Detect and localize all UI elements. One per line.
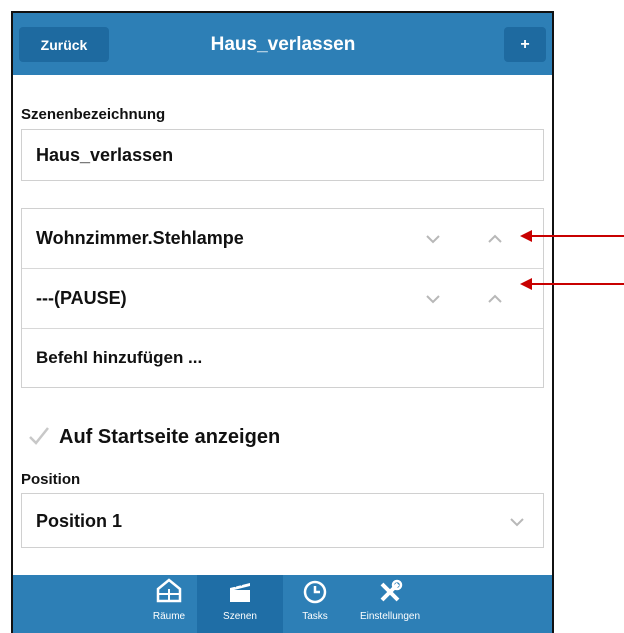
tab-bar: Räume Szenen Tasks Einstellungen [13,575,552,633]
tab-scenes[interactable]: Szenen [197,575,283,633]
tab-tasks-label: Tasks [302,611,328,622]
add-button[interactable]: + [504,27,546,62]
add-command-row[interactable]: Befehl hinzufügen ... [22,329,543,389]
tab-settings-label: Einstellungen [359,611,421,622]
command-label: Wohnzimmer.Stehlampe [36,228,244,248]
command-row[interactable]: Wohnzimmer.Stehlampe [22,209,543,269]
scene-name-label: Szenenbezeichnung [21,106,166,123]
tab-tasks[interactable]: Tasks [283,575,347,633]
move-up-icon[interactable] [486,290,504,308]
scenes-icon [230,582,250,602]
position-select[interactable]: Position 1 [21,493,544,548]
tab-settings[interactable]: Einstellungen [347,575,433,633]
scene-name-field[interactable]: Haus_verlassen [21,129,544,181]
tab-rooms[interactable]: Räume [141,575,197,633]
app-screen: Zurück Haus_verlassen + Szenenbezeichnun… [11,11,554,633]
clock-icon [303,580,327,604]
command-row[interactable]: ---(PAUSE) [22,269,543,329]
tools-icon [380,579,403,602]
back-button[interactable]: Zurück [19,27,109,62]
move-down-icon[interactable] [424,230,442,248]
show-on-start-label: Auf Startseite anzeigen [59,426,281,448]
add-command-label: Befehl hinzufügen ... [36,348,203,367]
move-up-icon[interactable] [486,230,504,248]
scene-name-value: Haus_verlassen [36,145,174,165]
annotation-arrow [530,283,624,285]
move-down-icon[interactable] [424,290,442,308]
tab-rooms-label: Räume [152,611,186,622]
position-value: Position 1 [36,511,123,531]
annotation-arrow [530,235,624,237]
rooms-icon [156,578,182,603]
show-on-start-checkbox[interactable] [27,424,51,448]
tab-scenes-label: Szenen [223,611,257,622]
position-label: Position [21,471,81,488]
command-list: Wohnzimmer.Stehlampe ---(PAUSE) Befehl h… [21,208,544,388]
page-title: Haus_verlassen [210,33,356,55]
chevron-down-icon [510,518,524,527]
command-label: ---(PAUSE) [36,288,127,308]
header-bar: Zurück Haus_verlassen + [13,13,552,75]
